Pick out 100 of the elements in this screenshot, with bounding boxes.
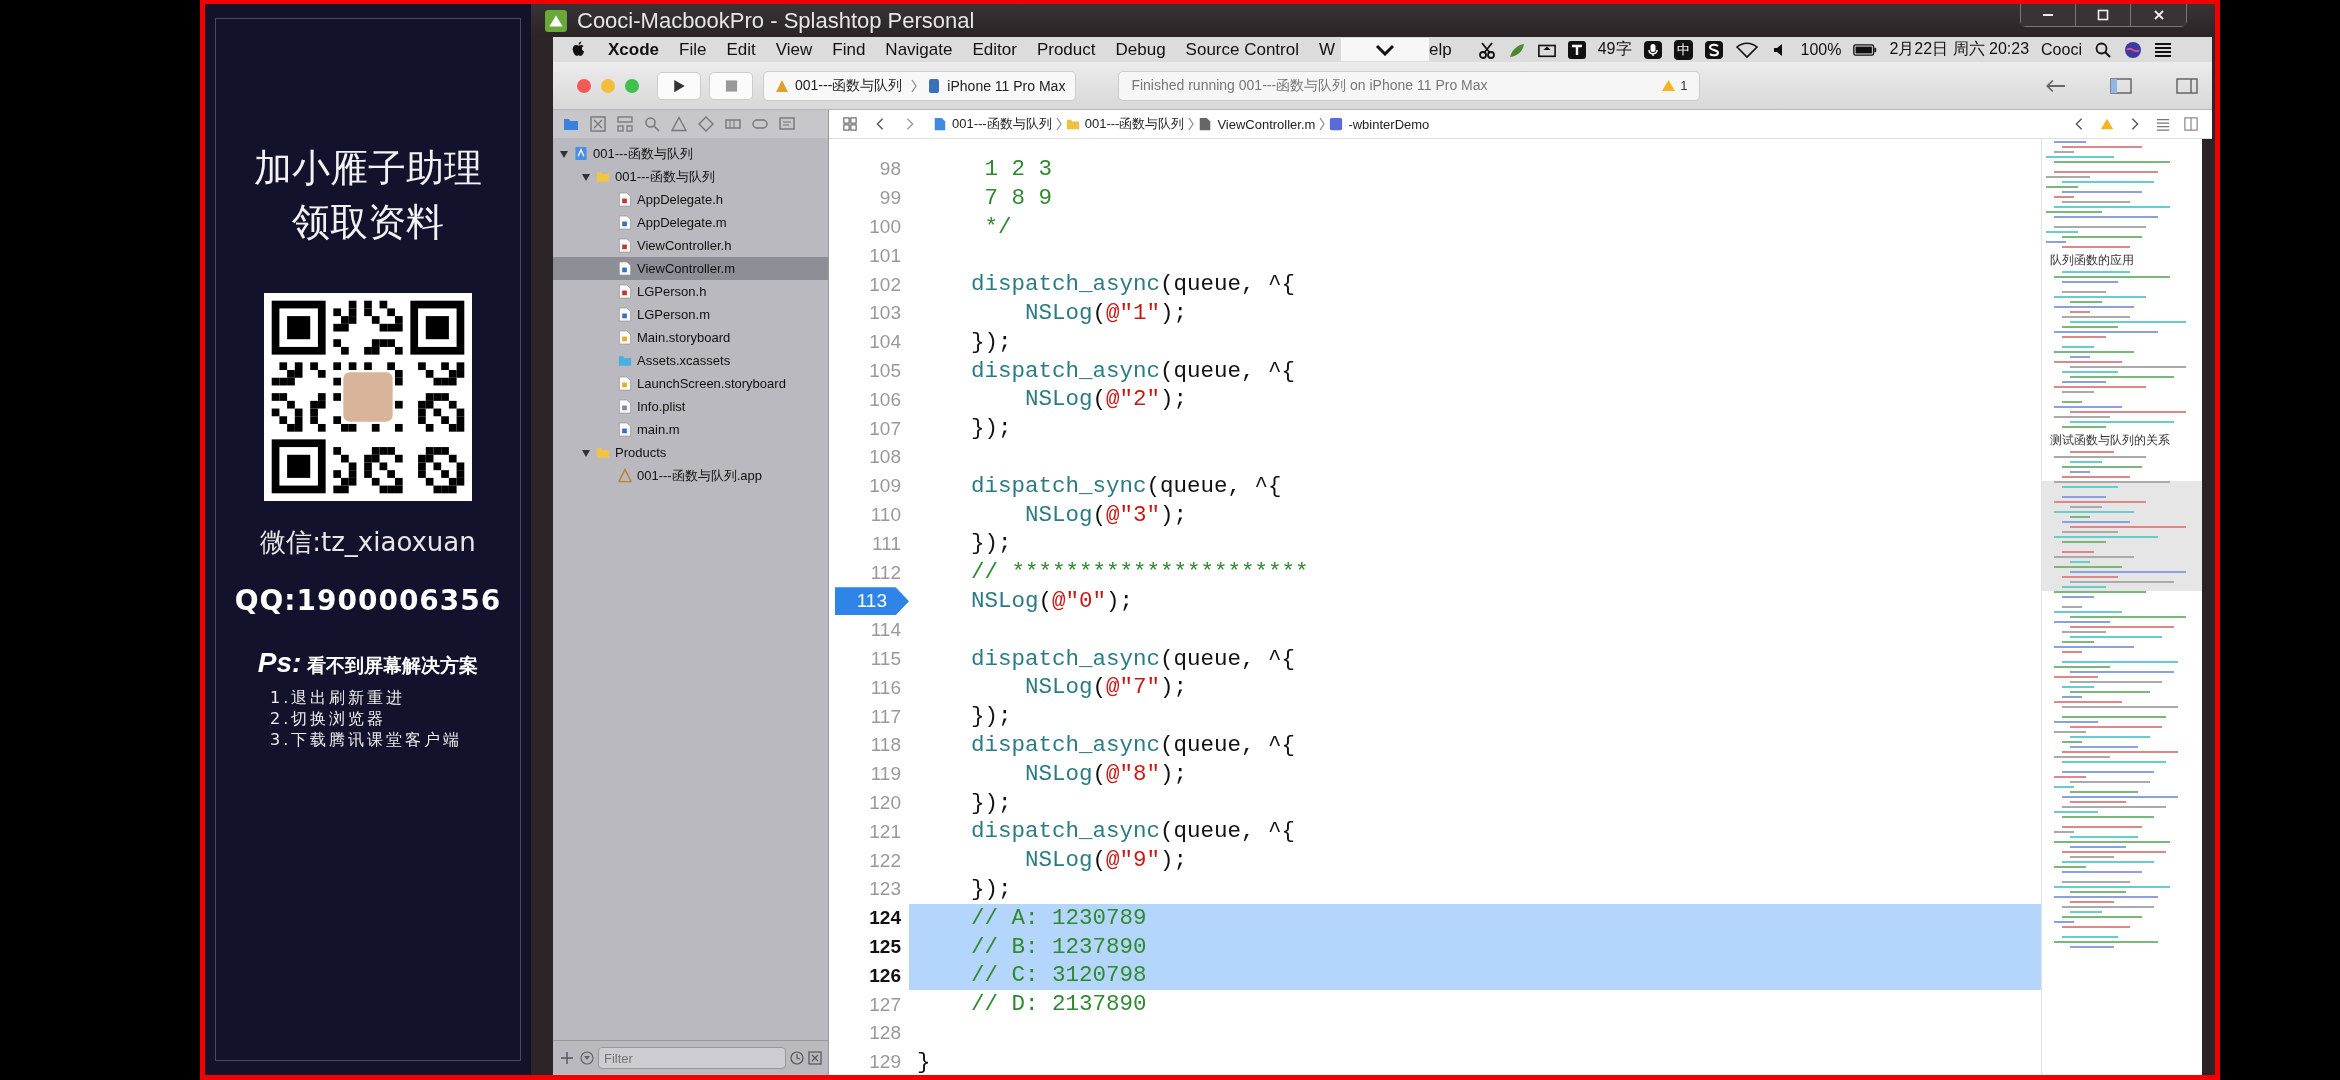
filter-field[interactable]: Filter bbox=[598, 1047, 786, 1069]
panel-right-icon[interactable] bbox=[2176, 77, 2198, 94]
menu-item[interactable]: Edit bbox=[726, 39, 756, 60]
document-icon bbox=[618, 215, 632, 230]
navigator-item[interactable]: ViewController.h bbox=[553, 234, 828, 257]
navigator-item[interactable]: 001---函数与队列.app bbox=[553, 464, 828, 487]
navigator-item[interactable]: Products bbox=[553, 441, 828, 464]
breadcrumb[interactable]: 001---函数与队列 bbox=[1065, 115, 1185, 133]
navigator-item[interactable]: ViewController.m bbox=[553, 257, 828, 280]
menu-item[interactable]: Debug bbox=[1115, 39, 1166, 60]
line-number: 123 bbox=[869, 877, 902, 902]
warning-count[interactable]: 1 bbox=[1680, 78, 1688, 93]
breadcrumb[interactable]: 001---函数与队列 bbox=[933, 115, 1052, 133]
navigator-item[interactable]: LGPerson.h bbox=[553, 280, 828, 303]
text-tool-icon[interactable] bbox=[1567, 40, 1586, 59]
scheme-selector[interactable]: 001---函数与队列 iPhone 11 Pro Max bbox=[763, 70, 1077, 101]
search-icon[interactable] bbox=[2093, 40, 2112, 59]
code-line: 1 2 3 bbox=[983, 155, 1054, 184]
close-icon bbox=[2152, 9, 2165, 21]
menu-item[interactable]: Product bbox=[1036, 39, 1096, 60]
code-line: dispatch_sync(queue, ^{ bbox=[970, 471, 1283, 501]
line-number: 115 bbox=[870, 646, 902, 671]
chevron-right-icon bbox=[1188, 117, 1195, 131]
debug-gauge-icon[interactable] bbox=[725, 116, 741, 132]
arrow-left-icon[interactable] bbox=[2044, 77, 2066, 94]
menu-item[interactable]: View bbox=[775, 39, 813, 60]
navigator-item[interactable]: 001---函数与队列 bbox=[553, 165, 828, 188]
document-icon bbox=[618, 261, 632, 276]
folder-icon bbox=[596, 445, 610, 460]
code-line: NSLog(@"2"); bbox=[1024, 385, 1189, 415]
stop-button[interactable] bbox=[709, 71, 753, 100]
navigator-item[interactable]: Main.storyboard bbox=[553, 326, 828, 349]
navigator-item[interactable]: AppDelegate.m bbox=[553, 211, 828, 234]
disclosure-triangle-icon[interactable] bbox=[581, 171, 591, 182]
navigator-item[interactable]: AppDelegate.h bbox=[553, 188, 828, 211]
code-line: NSLog(@"1"); bbox=[1024, 299, 1189, 328]
maximize-icon bbox=[2097, 9, 2109, 21]
word-count: 49字 bbox=[1597, 39, 1632, 59]
navigator-item[interactable]: main.m bbox=[553, 418, 828, 441]
app-icon bbox=[618, 468, 632, 483]
code-line: */ bbox=[983, 212, 1013, 242]
toolbar-dropdown[interactable] bbox=[1341, 38, 1430, 61]
line-number: 99 bbox=[879, 186, 902, 211]
disclosure-triangle-icon[interactable] bbox=[559, 148, 569, 159]
clock[interactable]: 2月22日 周六 20:23 bbox=[1889, 39, 2030, 60]
hierarchy-icon[interactable] bbox=[617, 116, 633, 132]
menu-item[interactable]: W bbox=[1319, 39, 1336, 60]
menu-item[interactable]: elp bbox=[1429, 39, 1452, 60]
lines-icon[interactable] bbox=[2156, 117, 2170, 131]
siri-icon[interactable] bbox=[2123, 40, 2142, 59]
line-number: 120 bbox=[869, 790, 902, 815]
wifi-icon[interactable] bbox=[1734, 40, 1759, 59]
source-control-icon[interactable] bbox=[590, 116, 606, 132]
breakpoint-marker: 113 bbox=[834, 587, 909, 616]
step-text: 2.切换浏览器 bbox=[270, 708, 388, 729]
navigator-item[interactable]: 001---函数与队列 bbox=[553, 142, 828, 165]
folder-icon[interactable] bbox=[563, 116, 579, 132]
line-number: 124 bbox=[869, 906, 902, 931]
split-editor-icon[interactable] bbox=[2184, 117, 2198, 131]
navigator-item[interactable]: Assets.xcassets bbox=[553, 349, 828, 372]
menu-item[interactable]: Xcode bbox=[608, 39, 660, 60]
scissors-icon[interactable] bbox=[1477, 40, 1496, 59]
list-icon[interactable] bbox=[2153, 40, 2172, 59]
menu-item[interactable]: Find bbox=[832, 39, 866, 60]
diamond-icon[interactable] bbox=[698, 116, 714, 132]
run-button[interactable] bbox=[657, 71, 701, 100]
panel-left-icon[interactable] bbox=[2110, 77, 2132, 94]
folder-icon bbox=[596, 169, 610, 184]
apple-icon[interactable] bbox=[571, 41, 586, 58]
square-x-icon[interactable] bbox=[808, 1051, 822, 1065]
navigator-item[interactable]: Info.plist bbox=[553, 395, 828, 418]
disclosure-triangle-icon[interactable] bbox=[581, 447, 591, 458]
menu-item[interactable]: Navigate bbox=[885, 39, 953, 60]
document-icon bbox=[618, 399, 632, 414]
breadcrumb[interactable]: -wbinterDemo bbox=[1329, 116, 1430, 132]
line-number: 102 bbox=[869, 272, 902, 297]
input-method-indicator[interactable]: 中 bbox=[1673, 39, 1693, 60]
chevron-right-icon bbox=[1055, 117, 1062, 131]
code-line: dispatch_async(queue, ^{ bbox=[970, 356, 1297, 386]
maximize-button[interactable] bbox=[2076, 4, 2131, 26]
code-line: }); bbox=[970, 874, 1013, 904]
clock-icon[interactable] bbox=[790, 1051, 804, 1065]
navigator-item[interactable]: LGPerson.m bbox=[553, 303, 828, 326]
close-light[interactable] bbox=[577, 78, 591, 93]
user-name[interactable]: Cooci bbox=[2041, 40, 2082, 59]
menu-item[interactable]: Source Control bbox=[1185, 39, 1299, 60]
code-line: }); bbox=[970, 702, 1013, 731]
code-line: }); bbox=[970, 529, 1013, 559]
grid-icon[interactable] bbox=[843, 117, 857, 131]
breadcrumb[interactable]: ViewController.m bbox=[1198, 116, 1316, 132]
menu-item[interactable]: Editor bbox=[972, 39, 1017, 60]
code-line: NSLog(@"8"); bbox=[1024, 759, 1189, 789]
warning-icon[interactable] bbox=[671, 116, 687, 132]
line-number: 125 bbox=[869, 934, 902, 959]
code-line: dispatch_async(queue, ^{ bbox=[970, 270, 1297, 299]
tag-icon[interactable] bbox=[752, 116, 768, 132]
microphone-icon[interactable] bbox=[1643, 40, 1662, 59]
navigator-item[interactable]: LaunchScreen.storyboard bbox=[553, 372, 828, 395]
menu-item[interactable]: File bbox=[679, 39, 707, 60]
sync-icon[interactable] bbox=[1704, 40, 1723, 59]
